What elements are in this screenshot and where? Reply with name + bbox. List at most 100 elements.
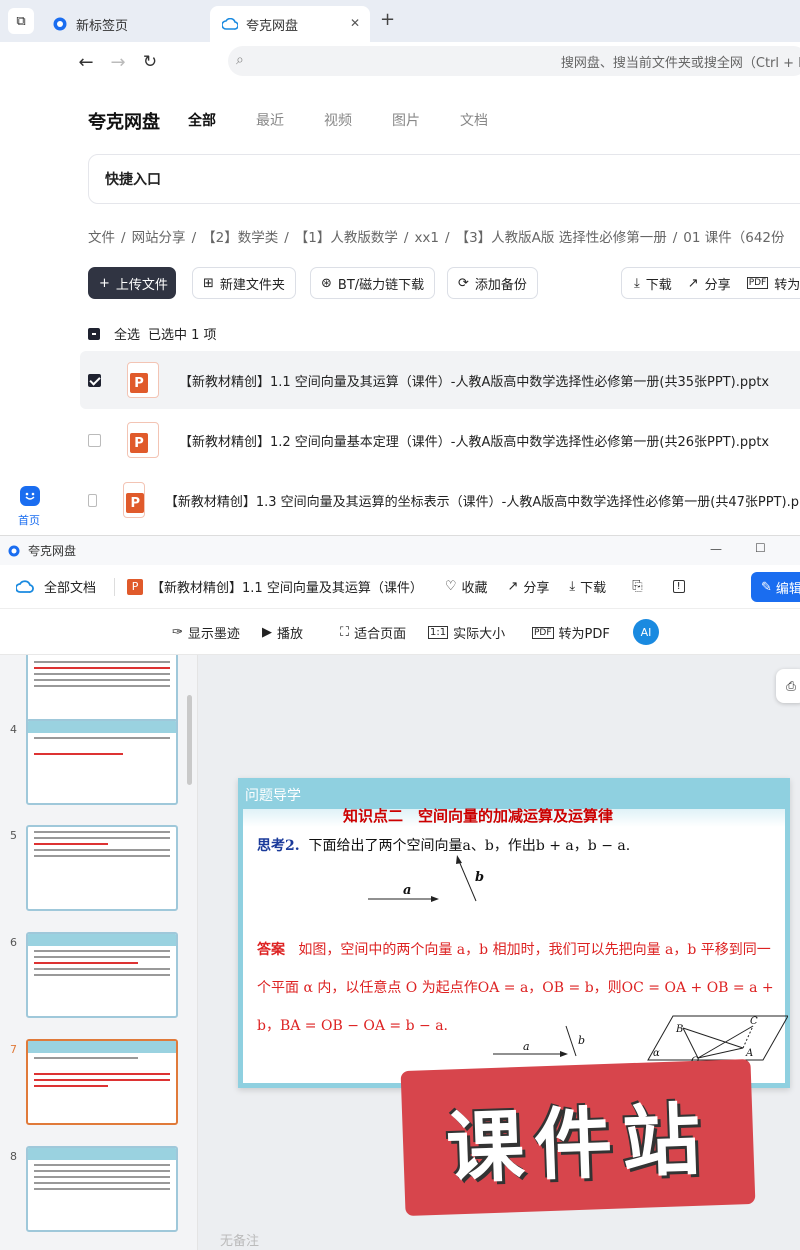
tab-quark-drive[interactable]: 夸克网盘 ✕: [210, 6, 370, 42]
reload-icon[interactable]: ↻: [138, 52, 162, 72]
breadcrumb-sep: /: [445, 230, 450, 246]
add-backup-button[interactable]: ⟳ 添加备份: [447, 267, 538, 299]
slide-thumbnail[interactable]: [26, 932, 178, 1018]
folder-plus-icon: ⊞: [203, 275, 214, 291]
vec-a-label: a: [403, 883, 411, 898]
edit-button[interactable]: ✎ 编辑: [751, 572, 800, 602]
slide-stage: ⎙ 问题导学 知识点二 空间向量的加减运算及运算律 思考2. 下面给出了两个空间…: [198, 655, 800, 1250]
search-input[interactable]: ⌕ 搜网盘、搜当前文件夹或搜全网（Ctrl + I: [228, 46, 800, 76]
breadcrumb: 文件 / 网站分享 / 【2】数学类 / 【1】人教版数学 / xx1 / 【3】人教版A版 选择性…: [88, 226, 791, 246]
select-all-label[interactable]: 全选: [114, 324, 140, 343]
back-arrow-icon[interactable]: ←: [74, 52, 98, 73]
slide: 问题导学 知识点二 空间向量的加减运算及运算律 思考2. 下面给出了两个空间向量…: [238, 778, 790, 1088]
play-button[interactable]: ▶ 播放: [262, 623, 303, 642]
download-icon: ⤓: [569, 579, 576, 594]
file-row[interactable]: P 【新教材精创】1.3 空间向量及其运算的坐标表示（课件）-人教A版高中数学选…: [80, 471, 800, 529]
file-name[interactable]: 【新教材精创】1.1 空间向量及其运算（课件）-人教A版高中数学选择性必修第一册…: [179, 371, 769, 390]
file-row[interactable]: P 【新教材精创】1.1 空间向量及其运算（课件）-人教A版高中数学选择性必修第…: [80, 351, 800, 409]
file-checkbox[interactable]: [88, 373, 101, 387]
slide-thumbnail[interactable]: [26, 825, 178, 911]
actual-size-icon: 1:1: [428, 626, 449, 639]
share-label: 分享: [704, 277, 731, 293]
sync-icon: ⟳: [458, 275, 469, 291]
backup-label: 添加备份: [474, 277, 527, 293]
tab-image[interactable]: 图片: [392, 110, 420, 130]
breadcrumb-sep: /: [672, 230, 678, 246]
all-docs-link[interactable]: 全部文档: [44, 577, 96, 596]
new-tab-button[interactable]: +: [380, 9, 395, 30]
file-checkbox[interactable]: [88, 433, 101, 447]
selected-count: 已选中 1 项: [148, 328, 217, 343]
app-logo-icon: [8, 545, 20, 557]
edit-label: 编辑: [775, 581, 800, 597]
side-tool-icon[interactable]: ⎙: [776, 669, 800, 703]
tab-video[interactable]: 视频: [324, 110, 352, 130]
fig-point-b: B: [675, 1024, 683, 1035]
breadcrumb-sep: /: [121, 230, 126, 246]
share-button[interactable]: 分享: [523, 577, 549, 596]
slide-thumbnail[interactable]: [26, 719, 178, 805]
tab-recent[interactable]: 最近: [256, 110, 284, 130]
file-actions-group: ⤓ 下载 ↗ 分享 PDF 转为: [621, 267, 800, 299]
feedback-icon[interactable]: !: [672, 580, 685, 593]
download-button[interactable]: 下载: [580, 577, 606, 596]
no-notes-label: 无备注: [220, 1234, 260, 1249]
upload-button[interactable]: + 上传文件: [88, 267, 176, 299]
selection-bar: 全选 已选中 1 项: [88, 324, 217, 343]
browser-nav-bar: ← → ↻ ⌕ 搜网盘、搜当前文件夹或搜全网（Ctrl + I: [60, 42, 800, 84]
left-rail: 首页: [0, 42, 60, 534]
convert-button[interactable]: PDF 转为: [746, 274, 800, 293]
fit-icon: ⛶: [340, 625, 350, 640]
breadcrumb-item[interactable]: xx1: [414, 230, 439, 246]
select-all-checkbox[interactable]: [88, 327, 100, 340]
breadcrumb-item[interactable]: 网站分享: [132, 230, 186, 246]
tab-doc[interactable]: 文档: [460, 110, 488, 130]
tab-new-tab[interactable]: 新标签页: [40, 6, 205, 42]
ai-assistant-icon[interactable]: AI: [633, 619, 659, 645]
fit-page-button[interactable]: ⛶ 适合页面: [340, 623, 406, 642]
tab-search-icon[interactable]: ⧉: [8, 8, 34, 34]
doc-title: 【新教材精创】1.1 空间向量及其运算（课件）: [151, 581, 423, 596]
close-tab-icon[interactable]: ✕: [350, 16, 360, 30]
file-row[interactable]: P 【新教材精创】1.2 空间向量基本定理（课件）-人教A版高中数学选择性必修第…: [80, 411, 800, 469]
file-name[interactable]: 【新教材精创】1.3 空间向量及其运算的坐标表示（课件）-人教A版高中数学选择性…: [165, 491, 800, 510]
download-button[interactable]: ⤓ 下载: [634, 274, 672, 293]
ink-icon: ✑: [172, 625, 183, 640]
slide-thumbnail[interactable]: [26, 1146, 178, 1232]
home-icon[interactable]: [20, 486, 40, 506]
quick-access-panel[interactable]: 快捷入口: [88, 154, 800, 204]
search-icon: ⌕: [236, 52, 244, 68]
share-button[interactable]: ↗ 分享: [688, 274, 731, 293]
magnet-icon: ⊛: [321, 275, 332, 291]
breadcrumb-item[interactable]: 【1】人教版数学: [295, 230, 398, 246]
convert-pdf-button[interactable]: PDF 转为PDF: [532, 623, 610, 642]
slide-thumbnail-current[interactable]: [26, 1039, 178, 1125]
forward-arrow-icon[interactable]: →: [106, 52, 130, 73]
home-label[interactable]: 首页: [18, 512, 40, 528]
ppt-icon: P: [127, 578, 144, 595]
favorite-button[interactable]: 收藏: [461, 577, 487, 596]
answer-label: 答案: [257, 942, 285, 958]
breadcrumb-sep: /: [403, 230, 409, 246]
bt-download-button[interactable]: ⊛ BT/磁力链下载: [310, 267, 436, 299]
tab-all[interactable]: 全部: [188, 110, 216, 130]
show-ink-button[interactable]: ✑ 显示墨迹: [172, 623, 240, 642]
file-name[interactable]: 【新教材精创】1.2 空间向量基本定理（课件）-人教A版高中数学选择性必修第一册…: [179, 431, 769, 450]
thumbnail-scrollbar[interactable]: [187, 695, 192, 785]
share-icon: ↗: [507, 579, 519, 594]
vector-figure: a b: [368, 855, 484, 902]
actual-size-label: 实际大小: [453, 627, 506, 642]
thumb-number: 4: [10, 723, 17, 736]
breadcrumb-item[interactable]: 【3】人教版A版 选择性必修第一册: [456, 230, 667, 246]
slide-question: 思考2. 下面给出了两个空间向量a、b，作出b + a，b − a.: [257, 835, 630, 855]
file-checkbox[interactable]: [88, 493, 98, 507]
minimize-icon[interactable]: —: [710, 542, 722, 556]
viewer-toolbar: 全部文档 P 【新教材精创】1.1 空间向量及其运算（课件） ♡ 收藏 ↗ 分享 ⤓…: [0, 565, 800, 609]
new-folder-button[interactable]: ⊞ 新建文件夹: [192, 267, 296, 299]
breadcrumb-item[interactable]: 文件: [88, 230, 115, 246]
maximize-icon[interactable]: ☐: [755, 541, 766, 555]
slide-title: 知识点二 空间向量的加减运算及运算律: [343, 807, 614, 825]
export-icon[interactable]: ⎘: [632, 579, 642, 594]
actual-size-button[interactable]: 1:1 实际大小: [428, 623, 505, 642]
breadcrumb-item[interactable]: 【2】数学类: [202, 230, 278, 246]
